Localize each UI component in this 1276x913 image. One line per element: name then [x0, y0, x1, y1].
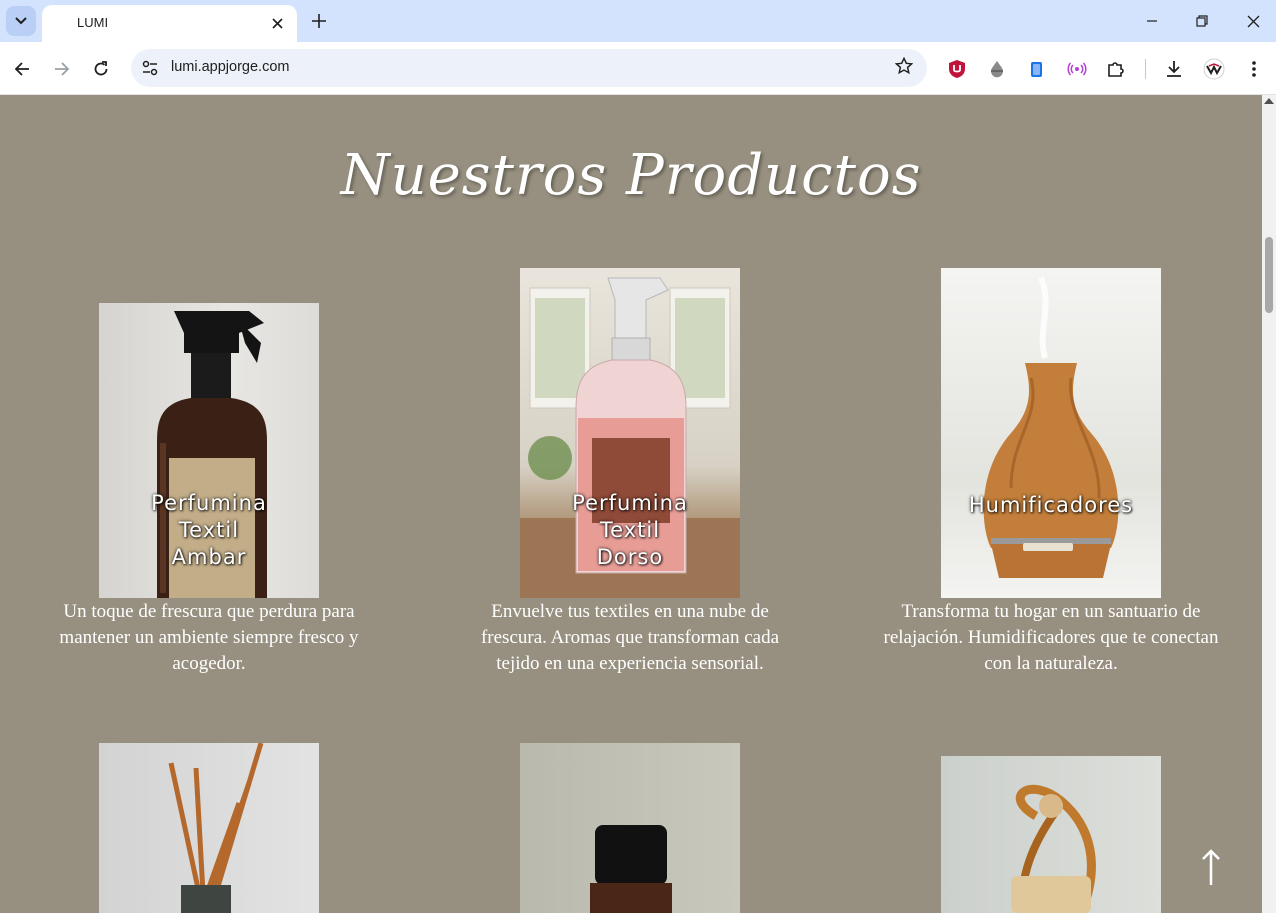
- arrow-right-icon: [55, 62, 70, 76]
- product-label: Humificadores: [968, 493, 1134, 517]
- product-image-humificadores[interactable]: Humificadores: [941, 268, 1161, 598]
- tab-search-button[interactable]: [6, 6, 36, 36]
- product-label: Perfumina Textil Ambar: [151, 491, 267, 569]
- reload-button[interactable]: [87, 55, 115, 83]
- product-label: Perfumina Textil Dorso: [572, 491, 688, 569]
- tab-title: LUMI: [77, 15, 109, 30]
- close-icon: [1247, 15, 1259, 27]
- back-button[interactable]: [8, 55, 36, 83]
- bookmark-star-icon[interactable]: [894, 56, 914, 80]
- restore-button[interactable]: [1189, 8, 1215, 34]
- browser-toolbar: lumi.appjorge.com: [0, 42, 1276, 95]
- address-bar[interactable]: lumi.appjorge.com: [131, 49, 927, 87]
- arrow-up-icon: [1202, 849, 1220, 885]
- tab-strip: LUMI: [0, 0, 1276, 42]
- scroll-up-arrow-icon[interactable]: [1264, 98, 1274, 104]
- oil-bottle-illustration: [590, 825, 672, 913]
- product-description: Transforma tu hogar en un santuario de r…: [883, 601, 1219, 674]
- reload-icon: [94, 61, 108, 76]
- products-heading: Nuestros Productos: [340, 143, 922, 208]
- product-image-reed-diffuser[interactable]: [99, 743, 319, 913]
- download-icon[interactable]: [1163, 58, 1185, 80]
- close-icon: [271, 17, 283, 29]
- arrow-left-icon: [14, 62, 29, 76]
- product-image-perfumina-ambar[interactable]: Perfumina Textil Ambar: [99, 303, 319, 598]
- reed-diffuser-illustration: [168, 743, 264, 913]
- extension-drop-icon[interactable]: [986, 58, 1008, 80]
- product-image-perfumina-dorso[interactable]: Perfumina Textil Dorso: [520, 268, 740, 598]
- ublock-extension-icon[interactable]: [946, 58, 968, 80]
- forward-button[interactable]: [48, 55, 76, 83]
- product-description: Envuelve tus textiles en una nube de fre…: [480, 601, 780, 674]
- wood-diffuser-illustration: [983, 276, 1119, 578]
- chevron-down-icon: [15, 17, 27, 25]
- page-scrollbar[interactable]: [1262, 95, 1276, 913]
- page-viewport: Nuestros Productos Perfumina Textil Ambar …: [0, 95, 1262, 913]
- minimize-button[interactable]: [1139, 8, 1165, 34]
- url-text[interactable]: lumi.appjorge.com: [171, 59, 289, 75]
- plus-icon: [312, 14, 326, 28]
- tab-close-button[interactable]: [267, 13, 287, 33]
- extension-card-icon[interactable]: [1026, 58, 1048, 80]
- close-window-button[interactable]: [1240, 8, 1266, 34]
- active-tab[interactable]: LUMI: [42, 5, 297, 42]
- browser-menu-icon[interactable]: [1243, 58, 1265, 80]
- minimize-icon: [1147, 20, 1157, 22]
- scroll-thumb[interactable]: [1265, 237, 1273, 313]
- broadcast-extension-icon[interactable]: [1066, 58, 1088, 80]
- car-diffuser-illustration: [1011, 784, 1096, 913]
- new-tab-button[interactable]: [306, 8, 332, 34]
- back-to-top-button[interactable]: [1196, 847, 1226, 887]
- extensions-puzzle-icon[interactable]: [1105, 58, 1127, 80]
- product-description: Un toque de frescura que perdura para ma…: [59, 601, 359, 674]
- toolbar-separator: [1145, 59, 1146, 79]
- product-image-oil-bottle[interactable]: [520, 743, 740, 913]
- site-settings-icon[interactable]: [140, 58, 160, 78]
- profile-avatar-icon[interactable]: [1203, 58, 1225, 80]
- product-image-car-diffuser[interactable]: [941, 756, 1161, 913]
- restore-icon: [1196, 15, 1208, 27]
